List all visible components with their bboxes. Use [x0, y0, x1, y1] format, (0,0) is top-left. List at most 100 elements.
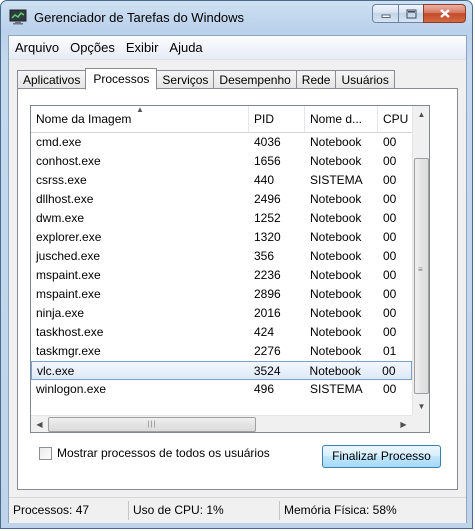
scrollbar-corner: [412, 415, 429, 432]
task-manager-icon: [9, 9, 27, 25]
pid-cell: 2276: [254, 344, 281, 358]
sort-ascending-icon: ▲: [136, 106, 144, 114]
scroll-up-icon[interactable]: ▲: [413, 106, 429, 123]
table-row[interactable]: dwm.exe 1252 Notebook 00: [31, 209, 412, 228]
menu-opcoes[interactable]: Opções: [65, 38, 120, 58]
table-row[interactable]: conhost.exe 1656 Notebook 00: [31, 152, 412, 171]
table-row[interactable]: cmd.exe 4036 Notebook 00: [31, 133, 412, 152]
column-header-image-name[interactable]: ▲ Nome da Imagem: [31, 106, 249, 132]
maximize-icon: [406, 9, 416, 18]
user-name-cell: Notebook: [310, 287, 362, 301]
menu-bar: Arquivo Opções Exibir Ajuda: [9, 36, 466, 60]
column-header-pid[interactable]: PID: [249, 106, 305, 132]
horizontal-scrollbar[interactable]: ◀ ||| ▶: [31, 415, 412, 432]
show-all-users-option[interactable]: Mostrar processos de todos os usuários: [39, 446, 270, 460]
process-name-cell: mspaint.exe: [36, 287, 101, 301]
table-row[interactable]: explorer.exe 1320 Notebook 00: [31, 228, 412, 247]
table-row[interactable]: winlogon.exe 496 SISTEMA 00: [31, 380, 412, 399]
vertical-scrollbar[interactable]: ▲ ≡ ▼: [412, 106, 429, 415]
scroll-down-icon[interactable]: ▼: [413, 398, 429, 415]
pid-cell: 4036: [254, 135, 281, 149]
cpu-cell: 00: [383, 154, 397, 168]
pid-cell: 2016: [254, 306, 281, 320]
status-process-count: Processos: 47: [9, 501, 129, 520]
table-row[interactable]: csrss.exe 440 SISTEMA 00: [31, 171, 412, 190]
tab-aplicativos[interactable]: Aplicativos: [17, 70, 87, 89]
close-button[interactable]: [423, 4, 466, 23]
pid-cell: 424: [254, 325, 275, 339]
minimize-button[interactable]: [372, 4, 398, 23]
process-list[interactable]: ▲ Nome da Imagem PID Nome d... CPU cmd.e…: [30, 105, 430, 433]
process-name-cell: dllhost.exe: [36, 192, 94, 206]
cpu-cell: 01: [383, 344, 397, 358]
tab-usuarios[interactable]: Usuários: [335, 70, 395, 89]
column-header-cpu[interactable]: CPU: [378, 106, 412, 132]
tab-servicos[interactable]: Serviços: [156, 70, 215, 89]
table-row[interactable]: mspaint.exe 2236 Notebook 00: [31, 266, 412, 285]
end-process-button[interactable]: Finalizar Processo: [322, 445, 441, 468]
scroll-right-icon[interactable]: ▶: [395, 416, 412, 432]
task-manager-window: Gerenciador de Tarefas do Windows Arquiv…: [0, 0, 473, 529]
cpu-cell: 00: [383, 211, 397, 225]
pid-cell: 356: [254, 249, 275, 263]
cpu-cell: 00: [383, 325, 397, 339]
scroll-left-icon[interactable]: ◀: [31, 416, 48, 432]
pid-cell: 2496: [254, 192, 281, 206]
cpu-cell: 00: [383, 173, 397, 187]
show-all-users-label: Mostrar processos de todos os usuários: [57, 446, 270, 460]
cpu-cell: 00: [383, 135, 397, 149]
table-row[interactable]: dllhost.exe 2496 Notebook 00: [31, 190, 412, 209]
client-area: Arquivo Opções Exibir Ajuda Aplicativos …: [8, 35, 467, 523]
process-name-cell: cmd.exe: [36, 135, 82, 149]
user-name-cell: Notebook: [310, 344, 362, 358]
vertical-scroll-thumb[interactable]: ≡: [414, 158, 429, 394]
close-icon: [439, 9, 450, 18]
process-name-cell: jusched.exe: [36, 249, 101, 263]
pid-cell: 2896: [254, 287, 281, 301]
status-physical-memory: Memória Física: 58%: [284, 503, 397, 517]
table-row[interactable]: taskmgr.exe 2276 Notebook 01: [31, 342, 412, 361]
user-name-cell: Notebook: [310, 154, 362, 168]
user-name-cell: SISTEMA: [310, 382, 363, 396]
user-name-cell: Notebook: [310, 135, 362, 149]
table-row[interactable]: mspaint.exe 2896 Notebook 00: [31, 285, 412, 304]
cpu-cell: 00: [383, 192, 397, 206]
process-name-cell: winlogon.exe: [36, 382, 107, 396]
process-name-cell: taskhost.exe: [36, 325, 104, 339]
maximize-button[interactable]: [398, 4, 423, 23]
tab-processos[interactable]: Processos: [85, 68, 158, 90]
user-name-cell: Notebook: [310, 230, 362, 244]
horizontal-scroll-thumb[interactable]: |||: [48, 417, 256, 432]
menu-exibir[interactable]: Exibir: [121, 38, 164, 58]
table-row[interactable]: ninja.exe 2016 Notebook 00: [31, 304, 412, 323]
status-cpu-usage: Uso de CPU: 1%: [129, 501, 280, 520]
pid-cell: 496: [254, 382, 275, 396]
cpu-cell: 00: [383, 306, 397, 320]
cpu-cell: 00: [382, 364, 396, 378]
process-name-cell: vlc.exe: [37, 364, 75, 378]
tab-desempenho[interactable]: Desempenho: [213, 70, 297, 89]
table-row[interactable]: jusched.exe 356 Notebook 00: [31, 247, 412, 266]
show-all-users-checkbox[interactable]: [39, 446, 52, 460]
process-name-cell: explorer.exe: [36, 230, 102, 244]
column-header-user-name[interactable]: Nome d...: [305, 106, 378, 132]
title-bar[interactable]: Gerenciador de Tarefas do Windows: [1, 1, 472, 35]
column-header-label: Nome da Imagem: [36, 112, 132, 126]
user-name-cell: Notebook: [309, 364, 361, 378]
table-row[interactable]: taskhost.exe 424 Notebook 00: [31, 323, 412, 342]
pid-cell: 1252: [254, 211, 281, 225]
pid-cell: 2236: [254, 268, 281, 282]
cpu-cell: 00: [383, 268, 397, 282]
pid-cell: 1320: [254, 230, 281, 244]
minimize-icon: [381, 14, 390, 18]
process-name-cell: mspaint.exe: [36, 268, 101, 282]
cpu-cell: 00: [383, 382, 397, 396]
table-row[interactable]: vlc.exe 3524 Notebook 00: [31, 361, 412, 380]
tab-rede[interactable]: Rede: [295, 70, 337, 89]
menu-arquivo[interactable]: Arquivo: [10, 38, 64, 58]
cpu-cell: 00: [383, 249, 397, 263]
user-name-cell: Notebook: [310, 192, 362, 206]
user-name-cell: Notebook: [310, 211, 362, 225]
menu-ajuda[interactable]: Ajuda: [164, 38, 207, 58]
status-bar: Processos: 47 Uso de CPU: 1% Memória Fís…: [9, 497, 466, 523]
